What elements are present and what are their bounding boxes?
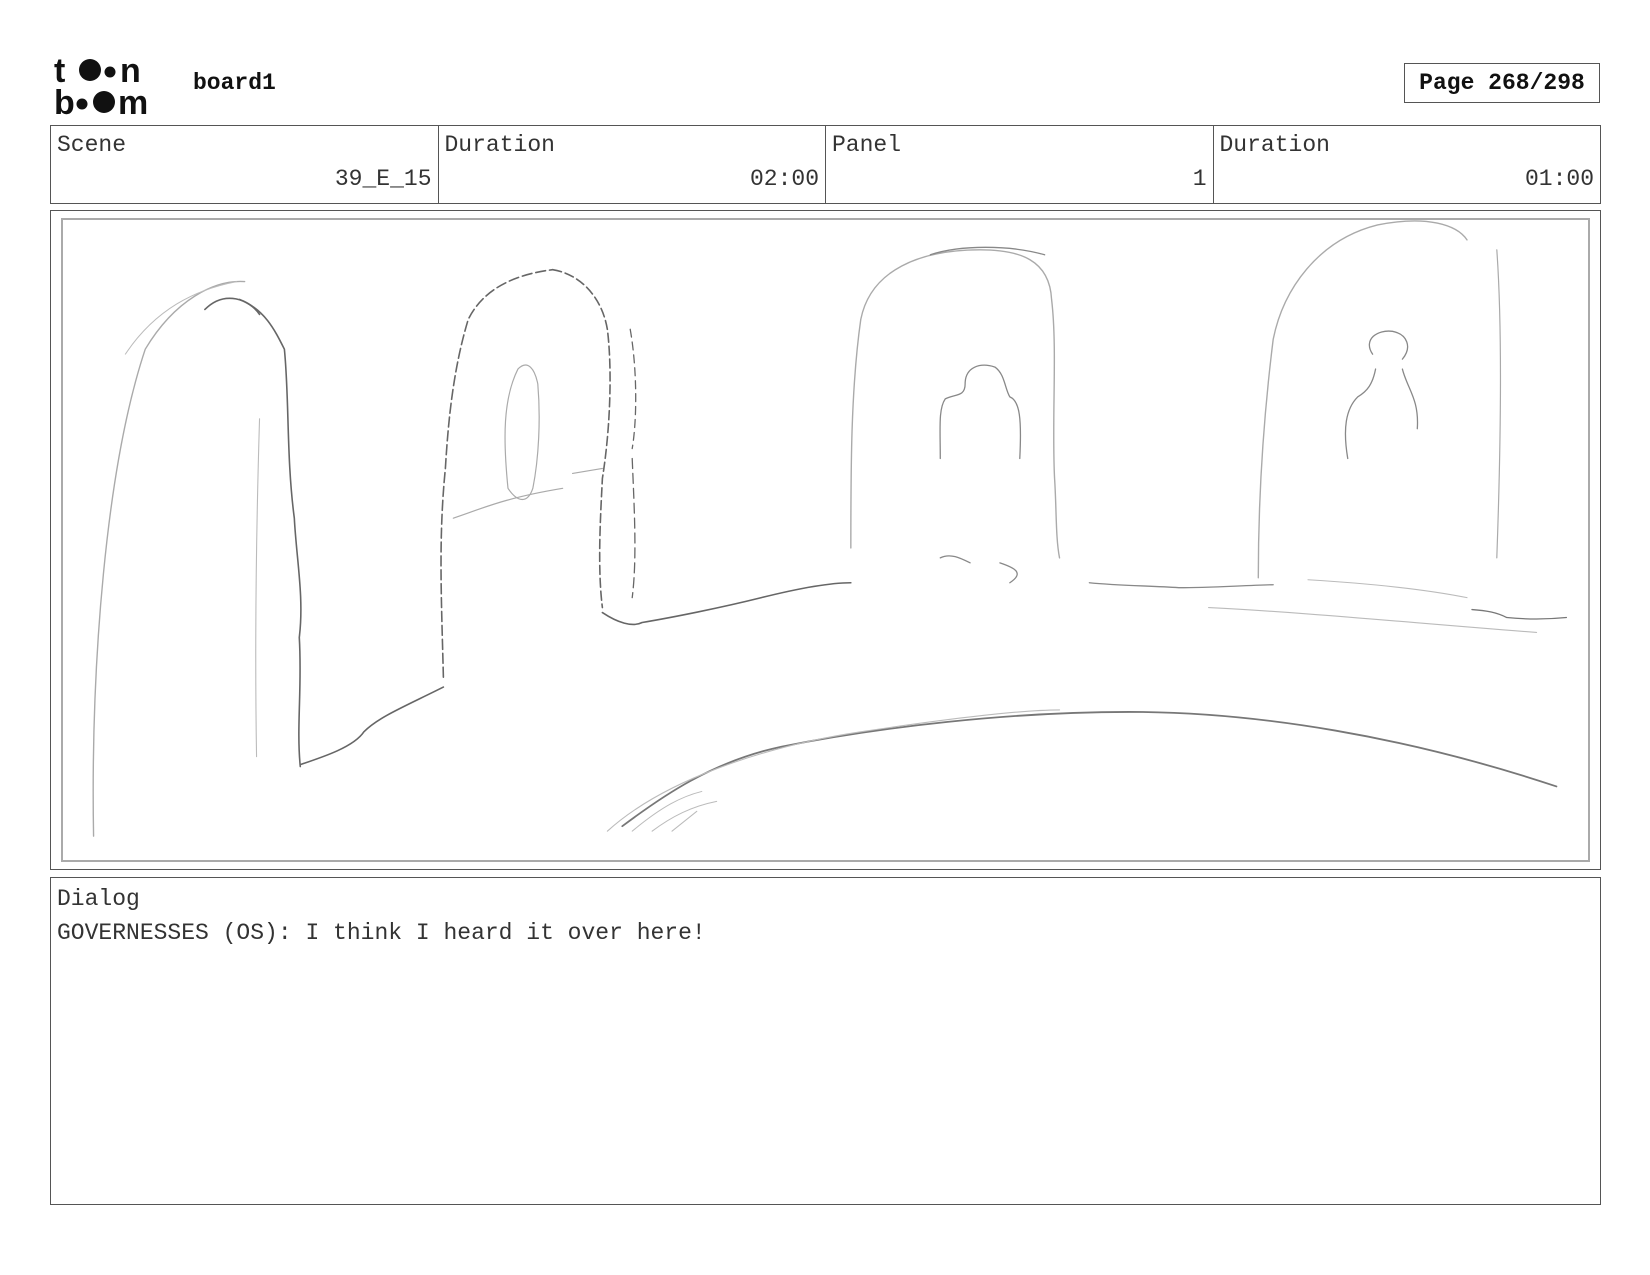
toonboom-logo: t n b m [54,52,148,116]
scene-cell: Scene 39_E_15 [51,126,439,203]
dialog-text: GOVERNESSES (OS): I think I heard it ove… [57,920,706,946]
scene-duration-cell: Duration 02:00 [439,126,826,203]
svg-text:b: b [54,84,75,116]
panel-duration-cell: Duration 01:00 [1214,126,1601,203]
svg-text:m: m [118,84,148,116]
dialog-box: Dialog GOVERNESSES (OS): I think I heard… [50,877,1601,1205]
sketch-drawing [92,220,1568,837]
panel-cell: Panel 1 [826,126,1214,203]
page-counter: Page 268/298 [1404,63,1600,103]
page-label: Page 268/298 [1419,70,1585,96]
panel-image [61,218,1590,862]
panel-duration-value: 01:00 [1524,166,1594,192]
panel-duration-label: Duration [1219,132,1330,158]
panel-value: 1 [1192,166,1207,192]
info-row: Scene 39_E_15 Duration 02:00 Panel 1 Dur… [50,125,1601,204]
scene-value: 39_E_15 [334,166,432,192]
scene-duration-label: Duration [444,132,555,158]
panel-label: Panel [832,132,902,158]
panel-frame [50,210,1601,870]
board-name: board1 [193,70,276,96]
dialog-label: Dialog [57,886,140,912]
scene-duration-value: 02:00 [749,166,819,192]
scene-label: Scene [57,132,127,158]
